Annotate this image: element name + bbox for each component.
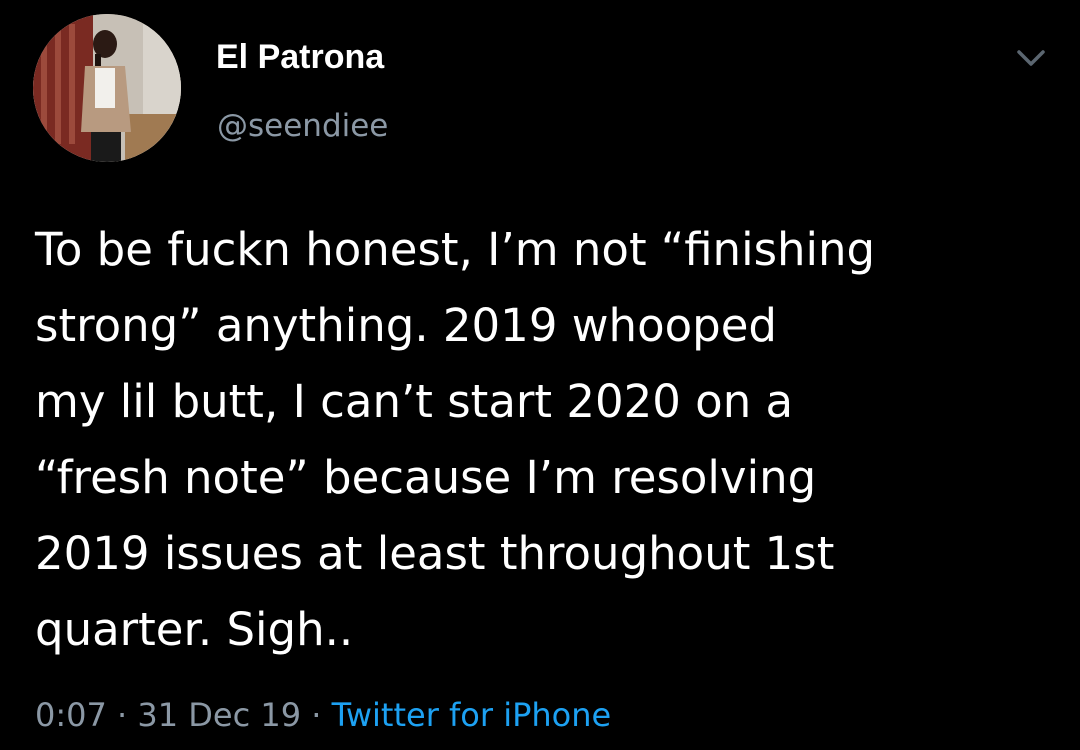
tweet-text: To be fuckn honest, I’m not “finishing s… (35, 212, 1055, 668)
tweet-source-link[interactable]: Twitter for iPhone (332, 696, 612, 734)
tweet-metadata: 0:07 · 31 Dec 19 · Twitter for iPhone (35, 694, 611, 736)
meta-separator: · (117, 696, 128, 734)
tweet-time[interactable]: 0:07 (35, 696, 107, 734)
avatar-photo (33, 14, 181, 162)
user-handle[interactable]: @seendiee (217, 107, 388, 145)
avatar[interactable] (33, 14, 181, 162)
tweet-date[interactable]: 31 Dec 19 (137, 696, 301, 734)
tweet-text-line: To be fuckn honest, I’m not “finishing (35, 223, 876, 276)
tweet-text-line: my lil butt, I can’t start 2020 on a (35, 375, 794, 428)
tweet-card: El Patrona @seendiee To be fuckn honest,… (0, 0, 1080, 750)
tweet-text-line: 2019 issues at least throughout 1st (35, 527, 835, 580)
meta-separator: · (311, 696, 322, 734)
tweet-text-line: quarter. Sigh.. (35, 603, 354, 656)
tweet-text-line: strong” anything. 2019 whooped (35, 299, 777, 352)
chevron-down-icon[interactable] (1011, 44, 1051, 72)
tweet-text-line: “fresh note” because I’m resolving (35, 451, 817, 504)
display-name[interactable]: El Patrona (216, 37, 384, 77)
